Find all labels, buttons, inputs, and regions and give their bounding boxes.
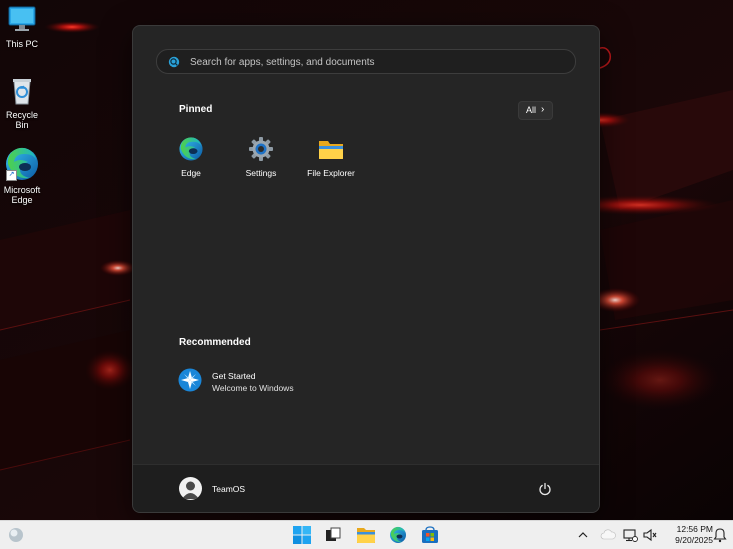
- start-menu-footer: TeamOS: [133, 464, 599, 512]
- chevron-right-icon: ›: [541, 104, 545, 115]
- clock-date: 9/20/2025: [675, 535, 713, 545]
- power-button[interactable]: [538, 482, 552, 496]
- file-explorer-icon[interactable]: [356, 526, 376, 544]
- start-menu: Pinned All › Edge: [132, 25, 600, 513]
- notification-bell-icon[interactable]: [712, 526, 728, 544]
- shortcut-arrow-icon: ↗: [6, 170, 17, 181]
- network-icon[interactable]: [622, 526, 638, 544]
- search-icon: [168, 55, 180, 68]
- windows-logo-icon: [293, 526, 311, 544]
- store-icon[interactable]: [420, 526, 440, 544]
- user-account-button[interactable]: TeamOS: [179, 477, 299, 501]
- all-apps-button[interactable]: All ›: [518, 101, 553, 120]
- monitor-icon: [6, 4, 38, 36]
- desktop-icon-label: Recycle Bin: [5, 110, 38, 130]
- edge-icon: [178, 136, 204, 162]
- cloud-icon[interactable]: [600, 526, 616, 544]
- avatar: [179, 477, 202, 500]
- all-apps-label: All: [526, 105, 537, 115]
- clock-time: 12:56 PM: [676, 524, 713, 534]
- recycle-bin-icon: [6, 75, 38, 107]
- start-button[interactable]: [291, 526, 313, 544]
- clock[interactable]: 12:56 PM 9/20/2025: [663, 524, 713, 546]
- recommended-item-title: Get Started: [212, 371, 256, 381]
- desktop-icon-this-pc[interactable]: This PC: [0, 4, 44, 49]
- chevron-up-icon[interactable]: [576, 526, 590, 544]
- user-name: TeamOS: [212, 484, 246, 494]
- widgets-icon[interactable]: [6, 526, 26, 544]
- pinned-item-file-explorer[interactable]: File Explorer: [299, 136, 363, 178]
- folder-icon: [318, 136, 344, 162]
- recommended-item-subtitle: Welcome to Windows: [212, 383, 294, 393]
- recommended-title: Recommended: [179, 337, 251, 348]
- pinned-item-label: File Explorer: [307, 168, 355, 178]
- task-view-icon[interactable]: [323, 526, 343, 544]
- desktop-icon-microsoft-edge[interactable]: ↗ Microsoft Edge: [0, 146, 44, 205]
- desktop-icon-recycle-bin[interactable]: Recycle Bin: [0, 75, 44, 130]
- search-input[interactable]: [188, 50, 572, 75]
- recommended-item-get-started[interactable]: Get Started Welcome to Windows: [178, 368, 378, 396]
- volume-muted-icon[interactable]: [642, 526, 658, 544]
- search-box[interactable]: [156, 49, 576, 75]
- pinned-item-edge[interactable]: Edge: [159, 136, 223, 178]
- edge-icon: ↗: [4, 146, 40, 182]
- edge-taskbar-icon[interactable]: [388, 526, 408, 544]
- desktop-icon-label: Microsoft Edge: [3, 185, 41, 205]
- pinned-title: Pinned: [179, 104, 213, 115]
- taskbar: 12:56 PM 9/20/2025: [0, 520, 733, 549]
- pinned-item-label: Settings: [245, 168, 277, 178]
- get-started-icon: [178, 368, 202, 392]
- power-icon: [539, 482, 551, 496]
- pinned-item-settings[interactable]: Settings: [229, 136, 293, 178]
- desktop-icon-label: This PC: [5, 39, 38, 49]
- settings-gear-icon: [248, 136, 274, 162]
- pinned-item-label: Edge: [181, 168, 201, 178]
